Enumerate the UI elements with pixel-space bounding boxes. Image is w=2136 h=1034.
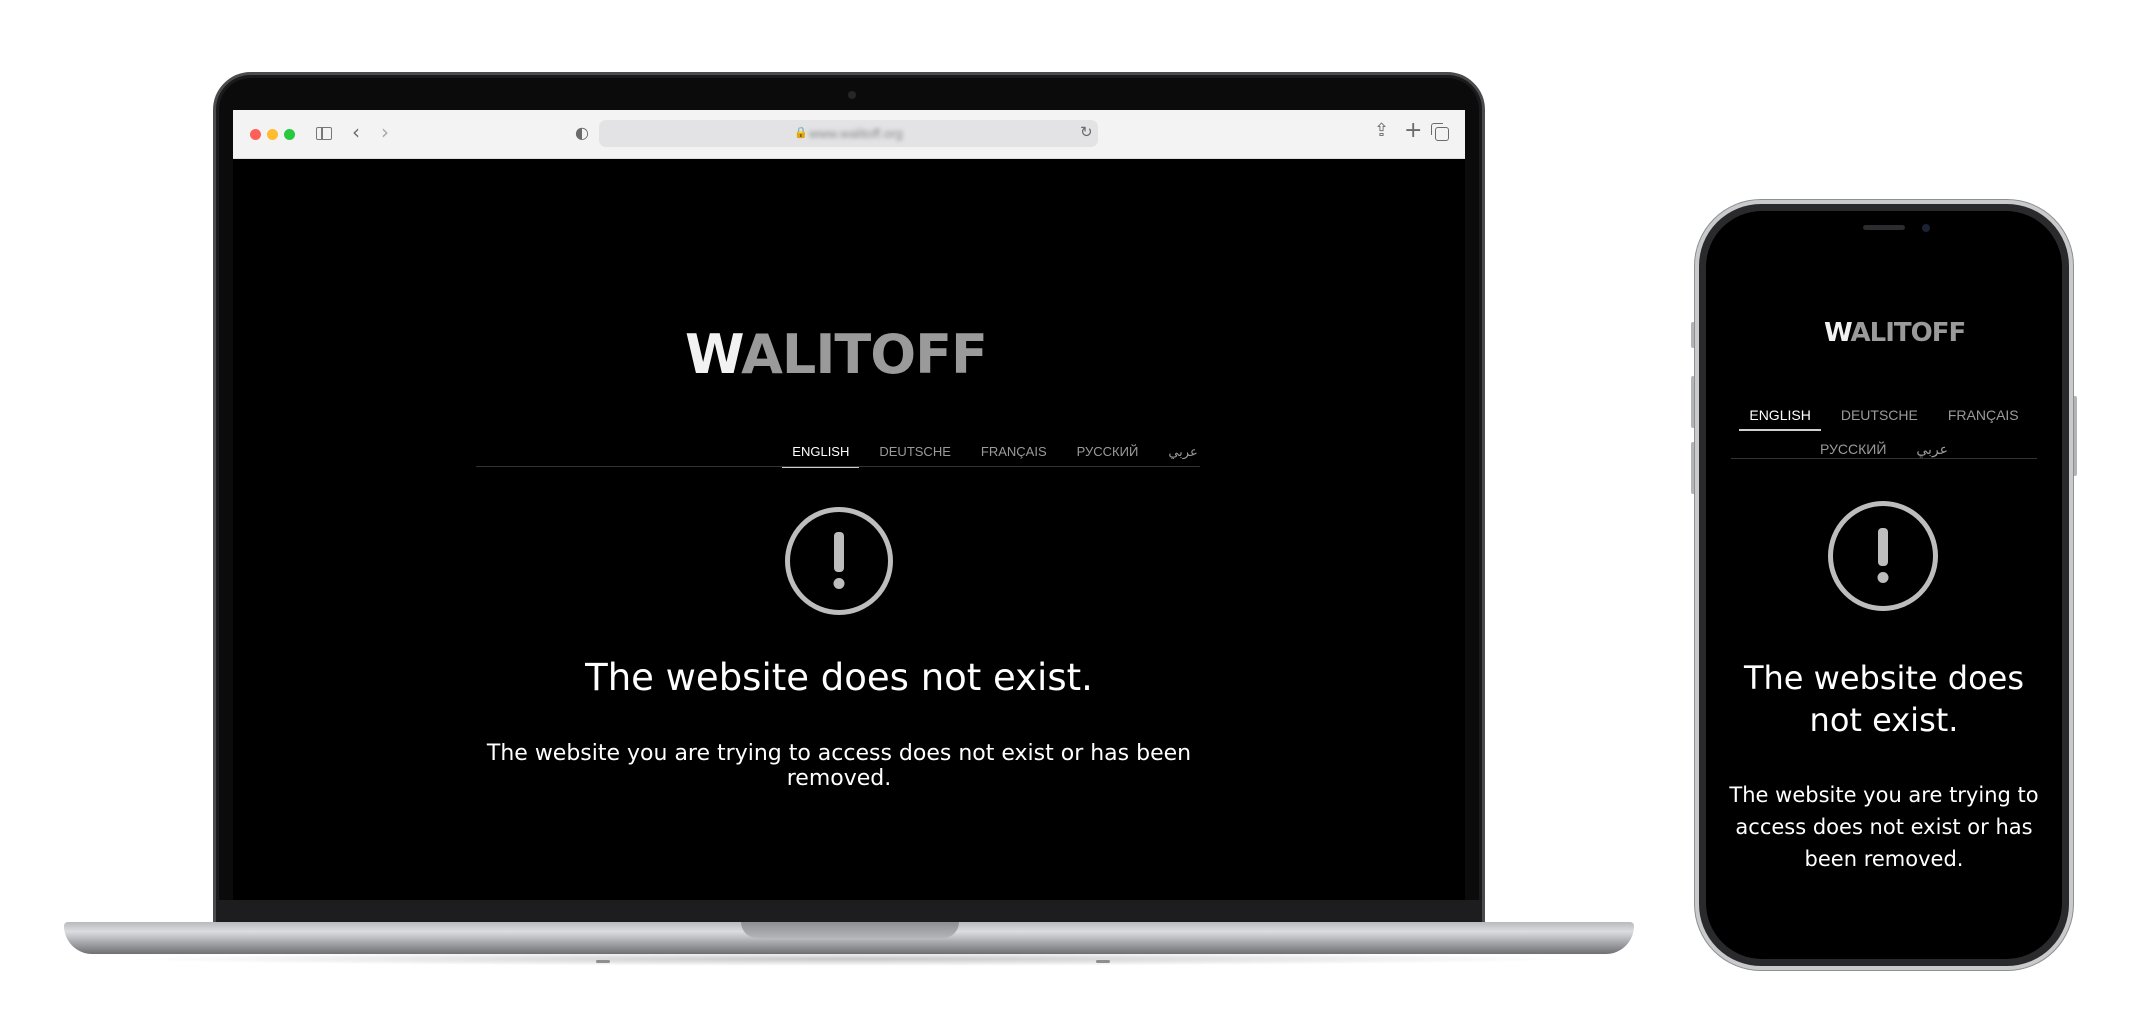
chevron-right-icon[interactable]: › [381, 122, 389, 142]
lock-icon: 🔒 [794, 126, 808, 139]
site-logo[interactable]: WALITOFF [1824, 318, 1967, 348]
phone-speaker [1863, 225, 1905, 230]
exclamation-circle-icon [785, 507, 893, 615]
laptop-foot [1096, 960, 1110, 963]
lang-tab-arabic[interactable]: عربي [1916, 441, 1948, 458]
language-nav: ENGLISH DEUTSCHE FRANÇAIS РУССКИЙ عربي [1706, 407, 2062, 458]
page-title: The website does not exist. [585, 656, 1093, 699]
phone-power-button [2073, 396, 2077, 476]
phone-screen: WALITOFF ENGLISH DEUTSCHE FRANÇAIS РУССК… [1706, 211, 2062, 959]
exclamation-circle-icon [1828, 501, 1938, 611]
shield-icon[interactable]: ◐ [575, 125, 589, 141]
logo-accent-letter: W [685, 323, 742, 386]
lang-tab-russian[interactable]: РУССКИЙ [1077, 444, 1139, 460]
laptop-foot [596, 960, 610, 963]
lang-tab-arabic[interactable]: عربي [1168, 444, 1197, 460]
phone-camera [1922, 224, 1930, 232]
laptop-shadow [120, 952, 1578, 966]
laptop-screen: ‹ › ◐ 🔒 www.walitoff.org ↻ ⇪ + WALITOFF … [233, 110, 1465, 900]
lang-tab-french[interactable]: FRANÇAIS [981, 444, 1047, 460]
lang-tab-german[interactable]: DEUTSCHE [1841, 407, 1918, 423]
error-message: The website you are trying to access doe… [1729, 783, 2039, 871]
tabs-overview-icon[interactable] [1431, 123, 1449, 141]
lang-tab-german[interactable]: DEUTSCHE [879, 444, 951, 460]
url-text: www.walitoff.org [809, 126, 903, 141]
lang-tab-english[interactable]: ENGLISH [1739, 407, 1822, 431]
close-window-button[interactable] [250, 129, 261, 140]
address-bar[interactable]: 🔒 www.walitoff.org ↻ [599, 120, 1098, 147]
site-logo[interactable]: WALITOFF [685, 323, 988, 386]
chevron-left-icon[interactable]: ‹ [352, 122, 360, 142]
sidebar-icon[interactable] [316, 127, 332, 140]
lang-tab-english[interactable]: ENGLISH [782, 444, 860, 468]
lang-tab-french[interactable]: FRANÇAIS [1948, 407, 2019, 423]
minimize-window-button[interactable] [267, 129, 278, 140]
share-icon[interactable]: ⇪ [1374, 122, 1389, 140]
laptop-camera [848, 91, 856, 99]
browser-toolbar: ‹ › ◐ 🔒 www.walitoff.org ↻ ⇪ + [233, 110, 1465, 159]
zoom-window-button[interactable] [284, 129, 295, 140]
logo-text: ALITOFF [741, 323, 988, 386]
logo-text: ALITOFF [1850, 318, 1967, 348]
plus-icon[interactable]: + [1404, 120, 1422, 142]
page-title: The website does not exist. [1743, 659, 2025, 739]
logo-accent-letter: W [1824, 318, 1851, 348]
language-nav: ENGLISH DEUTSCHE FRANÇAIS РУССКИЙ عربي [633, 444, 1357, 468]
error-message: The website you are trying to access doe… [486, 741, 1192, 791]
nav-divider [1731, 458, 2037, 459]
lang-tab-russian[interactable]: РУССКИЙ [1820, 441, 1886, 458]
nav-divider [476, 466, 1200, 467]
laptop-trackpad-notch [741, 922, 959, 938]
reload-icon[interactable]: ↻ [1080, 125, 1093, 140]
